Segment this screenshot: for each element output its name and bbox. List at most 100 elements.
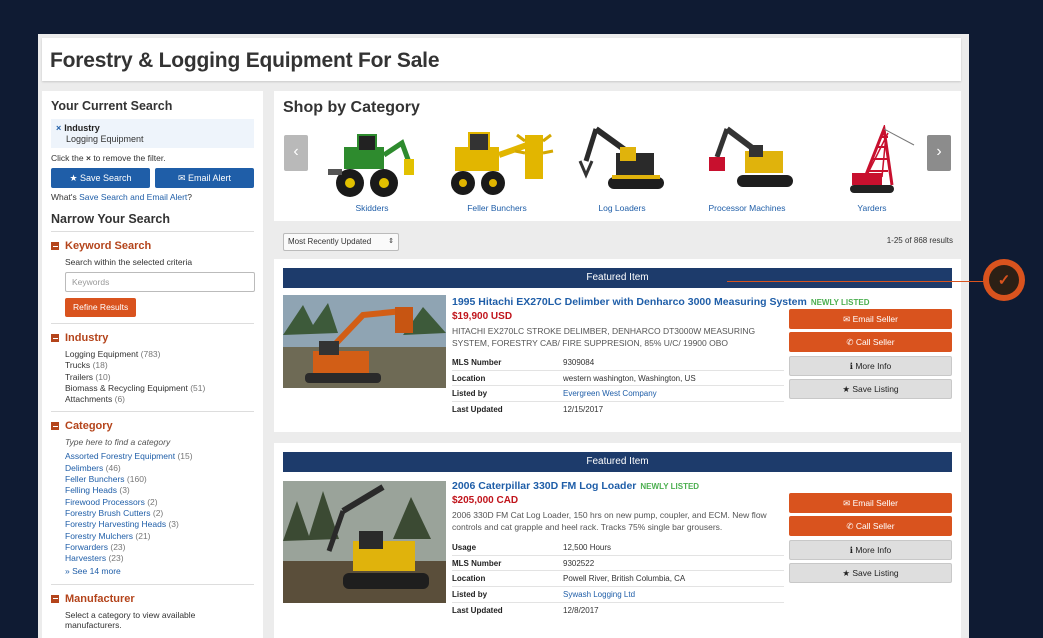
listing-card: Featured Item 2006 Caterpillar 330D FM L… bbox=[274, 443, 961, 638]
spec-row: Listed by Sywash Logging Ltd bbox=[452, 587, 784, 603]
callout-line bbox=[727, 281, 985, 282]
seller-link[interactable]: Sywash Logging Ltd bbox=[563, 590, 635, 599]
category-list-item[interactable]: Felling Heads (3) bbox=[65, 485, 254, 496]
industry-section-toggle[interactable]: Industry bbox=[51, 332, 254, 344]
listing-price: $205,000 CAD bbox=[452, 495, 519, 506]
keyword-hint: Search within the selected criteria bbox=[65, 257, 193, 267]
category-list-item[interactable]: Firewood Processors (2) bbox=[65, 497, 254, 508]
call-seller-button[interactable]: ✆ Call Seller bbox=[789, 332, 952, 353]
active-filter: × Industry Logging Equipment bbox=[51, 119, 254, 148]
newly-listed-badge: NEWLY LISTED bbox=[810, 298, 870, 307]
collapse-icon bbox=[51, 422, 59, 431]
sidebar: Your Current Search × Industry Logging Eq… bbox=[42, 91, 263, 638]
chevron-down-icon: » bbox=[65, 566, 70, 577]
feller-buncher-image bbox=[451, 132, 554, 195]
envelope-icon: ✉ bbox=[843, 498, 851, 508]
spec-row: Location western washington, Washington, … bbox=[452, 371, 784, 387]
listing-price: $19,900 USD bbox=[452, 311, 513, 322]
category-section-toggle[interactable]: Category bbox=[51, 420, 254, 432]
call-seller-button[interactable]: ✆ Call Seller bbox=[789, 516, 952, 537]
industry-list-item[interactable]: Trailers (10) bbox=[65, 372, 254, 383]
manufacturer-hint: Select a category to view available manu… bbox=[65, 609, 196, 630]
processor-machine-image bbox=[709, 126, 793, 187]
spec-row: Location Powell River, British Columbia, … bbox=[452, 571, 784, 588]
save-search-button[interactable]: ★ Save Search bbox=[51, 168, 150, 188]
industry-list-item[interactable]: Attachments (6) bbox=[65, 394, 254, 405]
callout-marker: ✓ bbox=[983, 259, 1025, 301]
save-search-help-link[interactable]: Save Search and Email Alert bbox=[79, 192, 187, 202]
category-filter-input[interactable]: Type here to find a category bbox=[65, 437, 254, 447]
industry-list-item[interactable]: Biomass & Recycling Equipment (51) bbox=[65, 383, 254, 394]
spec-row: MLS Number 9302522 bbox=[452, 556, 784, 572]
category-list-item[interactable]: Forwarders (23) bbox=[65, 542, 254, 553]
category-feller-bunchers[interactable]: Feller Bunchers bbox=[437, 125, 557, 215]
more-info-button[interactable]: ℹ More Info bbox=[789, 355, 952, 376]
category-yarders[interactable]: Yarders bbox=[812, 125, 932, 215]
collapse-icon bbox=[51, 594, 59, 603]
results-count: 1-25 of 868 results bbox=[886, 236, 953, 245]
filter-name: Industry bbox=[64, 123, 100, 133]
see-more-categories-link[interactable]: » See 14 more bbox=[65, 566, 254, 577]
check-icon: ✓ bbox=[989, 265, 1019, 295]
remove-filter-icon[interactable]: × bbox=[56, 123, 61, 133]
phone-icon: ✆ bbox=[846, 337, 854, 348]
envelope-icon: ✉ bbox=[177, 173, 186, 183]
shop-heading: Shop by Category bbox=[283, 99, 420, 116]
shop-by-category: Shop by Category ‹ Skidders Feller Bunch… bbox=[274, 91, 961, 221]
listing-title[interactable]: 1995 Hitachi EX270LC Delimber with Denha… bbox=[452, 296, 870, 308]
category-list-item[interactable]: Forestry Harvesting Heads (3) bbox=[65, 519, 254, 530]
manufacturer-section-toggle[interactable]: Manufacturer bbox=[51, 593, 254, 605]
listing-specs: MLS Number 9309084 Location western washin… bbox=[452, 355, 784, 418]
page-title: Forestry & Logging Equipment For Sale bbox=[50, 49, 440, 72]
whats-save-search: What's Save Search and Email Alert? bbox=[51, 192, 193, 202]
category-list-item[interactable]: Assorted Forestry Equipment (15) bbox=[65, 451, 254, 462]
industry-list-item[interactable]: Logging Equipment (783) bbox=[65, 349, 254, 360]
seller-link[interactable]: Evergreen West Company bbox=[563, 389, 657, 398]
keyword-section-toggle[interactable]: Keyword Search bbox=[51, 240, 254, 252]
category-processor-machines[interactable]: Processor Machines bbox=[687, 125, 807, 215]
spec-row: MLS Number 9309084 bbox=[452, 355, 784, 371]
category-skidders[interactable]: Skidders bbox=[312, 125, 432, 215]
spec-row: Usage 12,500 Hours bbox=[452, 540, 784, 556]
featured-banner: Featured Item bbox=[283, 268, 952, 288]
category-list-item[interactable]: Harvesters (23) bbox=[65, 553, 254, 564]
select-caret-icon: ⇕ bbox=[388, 238, 394, 245]
email-seller-button[interactable]: ✉ Email Seller bbox=[789, 309, 952, 329]
carousel-prev-button[interactable]: ‹ bbox=[284, 135, 308, 171]
star-icon: ★ bbox=[842, 568, 850, 579]
listing-photo[interactable] bbox=[283, 295, 446, 388]
more-info-button[interactable]: ℹ More Info bbox=[789, 539, 952, 560]
carousel-next-button[interactable]: › bbox=[927, 135, 951, 171]
save-listing-button[interactable]: ★ Save Listing bbox=[789, 563, 952, 584]
category-list-item[interactable]: Delimbers (46) bbox=[65, 463, 254, 474]
spec-row: Last Updated 12/8/2017 bbox=[452, 606, 599, 616]
listing-card: Featured Item 1995 Hitachi EX270LC Delim… bbox=[274, 259, 961, 432]
category-list-item[interactable]: Feller Bunchers (160) bbox=[65, 474, 254, 485]
star-icon: ★ bbox=[69, 173, 78, 183]
listing-actions: ✉ Email Seller ✆ Call Seller ℹ More Info… bbox=[789, 493, 952, 587]
listing-title[interactable]: 2006 Caterpillar 330D FM Log Loader NEWLY… bbox=[452, 480, 699, 492]
sort-select[interactable]: Most Recently Updated ⇕ bbox=[283, 233, 399, 251]
keyword-input[interactable]: Keywords bbox=[65, 272, 255, 292]
industry-list-item[interactable]: Trucks (18) bbox=[65, 360, 254, 371]
listing-actions: ✉ Email Seller ✆ Call Seller ℹ More Info… bbox=[789, 309, 952, 403]
info-icon: ℹ bbox=[849, 544, 853, 555]
save-listing-button[interactable]: ★ Save Listing bbox=[789, 379, 952, 400]
collapse-icon bbox=[51, 242, 59, 250]
star-icon: ★ bbox=[842, 384, 850, 395]
category-list-item[interactable]: Forestry Mulchers (21) bbox=[65, 531, 254, 542]
title-bar: Forestry & Logging Equipment For Sale bbox=[42, 38, 961, 81]
yarder-image bbox=[850, 125, 915, 193]
category-log-loaders[interactable]: Log Loaders bbox=[562, 125, 682, 215]
refine-results-button[interactable]: Refine Results bbox=[65, 298, 137, 317]
email-alert-button[interactable]: ✉ Email Alert bbox=[155, 168, 254, 188]
spec-row: Last Updated 12/15/2017 bbox=[452, 405, 604, 415]
email-seller-button[interactable]: ✉ Email Seller bbox=[789, 493, 952, 513]
category-list-item[interactable]: Forestry Brush Cutters (2) bbox=[65, 508, 254, 519]
phone-icon: ✆ bbox=[846, 521, 854, 532]
log-loader-image bbox=[578, 126, 664, 189]
listing-photo[interactable] bbox=[283, 481, 446, 603]
listing-description: HITACHI EX270LC STROKE DELIMBER, DENHARC… bbox=[452, 326, 756, 348]
narrow-search-heading: Narrow Your Search bbox=[51, 212, 254, 232]
remove-hint: Click the × to remove the filter. bbox=[51, 153, 166, 163]
